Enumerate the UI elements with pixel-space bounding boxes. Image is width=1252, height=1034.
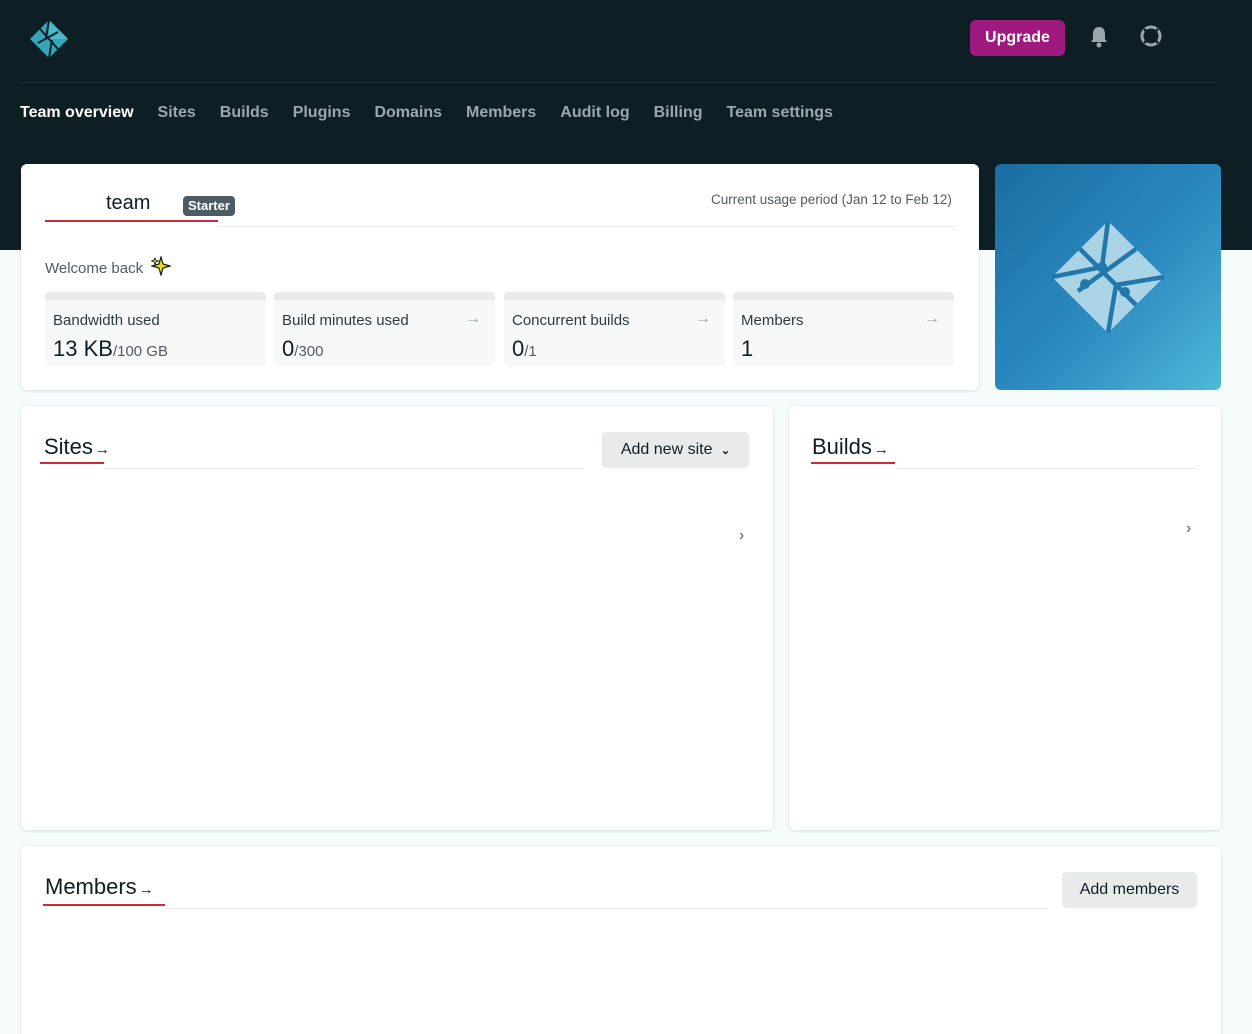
netlify-logo-icon[interactable] — [28, 18, 70, 60]
stat-label: Concurrent builds — [512, 312, 630, 329]
netlify-logo-icon — [1051, 220, 1165, 334]
upgrade-button[interactable]: Upgrade — [970, 20, 1065, 56]
nav-sites[interactable]: Sites — [158, 104, 196, 122]
nav-domains[interactable]: Domains — [374, 104, 442, 122]
stat-label: Members — [741, 312, 804, 329]
nav-members[interactable]: Members — [466, 104, 536, 122]
sites-card: Sites → Add new site ⌄ › — [21, 406, 773, 830]
team-avatar-card — [995, 164, 1221, 390]
members-title[interactable]: Members → — [45, 874, 154, 900]
title-underline — [45, 220, 218, 222]
chevron-right-icon[interactable]: › — [1186, 520, 1191, 538]
stat-build-minutes[interactable]: Build minutes used → 0/300 — [274, 292, 495, 366]
arrow-right-icon: → — [695, 310, 711, 327]
stat-label: Build minutes used — [282, 312, 409, 329]
arrow-right-icon: → — [465, 310, 481, 327]
nav-billing[interactable]: Billing — [654, 104, 703, 122]
team-nav: Team overview Sites Builds Plugins Domai… — [20, 102, 833, 124]
header-divider — [20, 82, 1216, 83]
team-overview-card: team Starter Current usage period (Jan 1… — [21, 164, 979, 390]
nav-team-overview[interactable]: Team overview — [20, 104, 134, 122]
add-new-site-button[interactable]: Add new site ⌄ — [602, 432, 749, 468]
stat-value: 1 — [741, 336, 754, 361]
title-rule — [165, 908, 1047, 909]
title-rule — [895, 468, 1197, 469]
arrow-right-icon: → — [94, 441, 110, 458]
stat-members[interactable]: Members → 1 — [733, 292, 954, 366]
plan-badge: Starter — [183, 196, 235, 216]
arrow-right-icon: → — [873, 441, 889, 458]
nav-team-settings[interactable]: Team settings — [727, 104, 833, 122]
chevron-down-icon: ⌄ — [720, 445, 731, 457]
team-name: team — [106, 192, 151, 214]
stat-bandwidth: Bandwidth used 13 KB/100 GB — [45, 292, 266, 366]
chevron-right-icon[interactable]: › — [739, 527, 744, 545]
welcome-message: Welcome back — [45, 256, 172, 277]
builds-card: Builds → › — [789, 406, 1221, 830]
stat-concurrent-builds[interactable]: Concurrent builds → 0/1 — [504, 292, 725, 366]
add-members-button[interactable]: Add members — [1062, 872, 1197, 908]
members-card: Members → Add members — [21, 846, 1221, 1034]
nav-builds[interactable]: Builds — [220, 104, 269, 122]
title-underline — [40, 462, 104, 464]
usage-period: Current usage period (Jan 12 to Feb 12) — [711, 192, 952, 207]
title-underline — [811, 462, 895, 464]
nav-audit-log[interactable]: Audit log — [560, 104, 629, 122]
title-rule — [104, 468, 584, 469]
help-icon[interactable] — [1139, 24, 1163, 48]
stat-label: Bandwidth used — [53, 312, 160, 329]
title-rule — [218, 226, 955, 227]
stat-value: 0/300 — [282, 336, 324, 361]
stat-value: 13 KB/100 GB — [53, 336, 168, 361]
top-header: Upgrade — [0, 0, 1252, 82]
welcome-text: Welcome back — [45, 260, 144, 277]
nav-plugins[interactable]: Plugins — [293, 104, 351, 122]
bell-icon[interactable] — [1088, 25, 1110, 49]
stat-value: 0/1 — [512, 336, 537, 361]
title-underline — [43, 904, 165, 906]
arrow-right-icon: → — [924, 310, 940, 327]
sites-title[interactable]: Sites → — [44, 434, 110, 460]
sparkle-icon — [151, 256, 172, 276]
builds-title[interactable]: Builds → — [812, 434, 889, 460]
arrow-right-icon: → — [138, 881, 154, 898]
